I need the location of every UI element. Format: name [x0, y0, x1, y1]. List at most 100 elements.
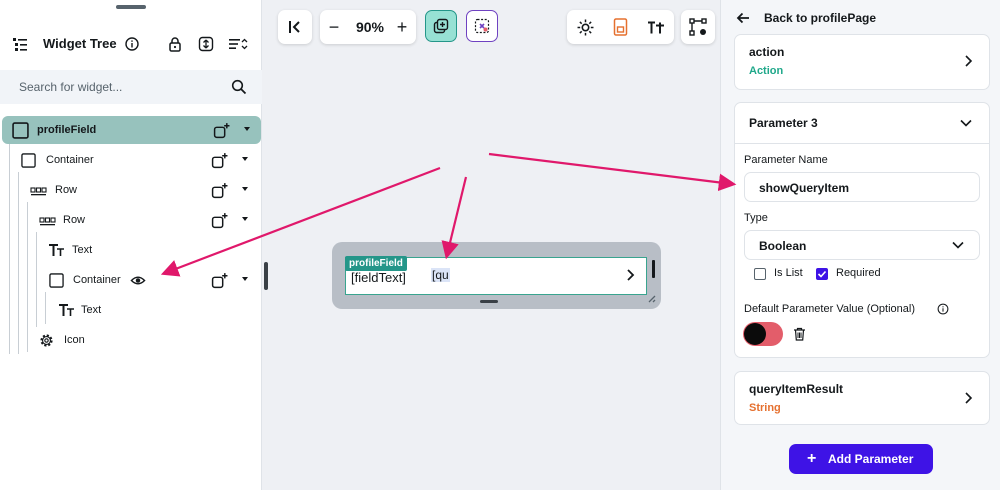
lock-icon[interactable]: [167, 36, 183, 52]
type-value: Boolean: [759, 239, 807, 253]
eye-icon[interactable]: [130, 273, 146, 288]
info-icon[interactable]: [937, 303, 949, 315]
panel-resize-handle[interactable]: [264, 262, 268, 290]
type-dropdown[interactable]: Boolean: [744, 230, 980, 260]
parameter-name-value: showQueryItem: [759, 181, 850, 195]
parameter-title: Parameter 3: [749, 116, 818, 130]
parameter-title: action: [749, 45, 785, 59]
info-icon[interactable]: [124, 36, 140, 52]
parameter-name-input[interactable]: showQueryItem: [744, 172, 980, 202]
hide-hidden-widgets-toggle[interactable]: [466, 10, 498, 42]
add-child-widget-icon[interactable]: [213, 122, 230, 139]
panel-drag-handle[interactable]: [116, 5, 146, 9]
required-label: Required: [836, 267, 881, 279]
query-item-result-card[interactable]: queryItemResult String: [734, 371, 990, 425]
widget-name-tag: profileField: [345, 256, 407, 271]
back-label: Back to profilePage: [764, 11, 877, 25]
container-icon: [12, 122, 29, 139]
chevron-right-icon: [965, 392, 973, 404]
zoom-control: − 90% +: [320, 10, 416, 44]
collapse-panel-button[interactable]: [278, 10, 312, 44]
gear-icon: [40, 334, 53, 347]
field-query-placeholder: [qu: [431, 268, 450, 282]
preview-resize-bar[interactable]: [480, 300, 498, 303]
required-checkbox[interactable]: [816, 268, 828, 280]
search-icon[interactable]: [231, 79, 247, 95]
hidden-widget-icon: [474, 18, 490, 34]
tree-item-container[interactable]: Container: [0, 146, 262, 174]
zoom-in-button[interactable]: +: [392, 17, 412, 37]
connection-graph-button[interactable]: [681, 10, 715, 44]
device-frame-icon[interactable]: [612, 18, 629, 36]
tree-item-profilefield[interactable]: profileField: [2, 116, 261, 144]
caret-down-icon[interactable]: [242, 277, 248, 281]
caret-down-icon[interactable]: [242, 157, 248, 161]
layers-add-icon: [433, 18, 449, 34]
chevron-right-icon: [627, 269, 635, 281]
widget-search-input[interactable]: Search for widget...: [0, 70, 262, 104]
add-child-widget-icon[interactable]: [211, 272, 228, 289]
text-scale-icon[interactable]: [647, 19, 665, 36]
trash-icon[interactable]: [793, 327, 806, 341]
caret-down-icon[interactable]: [242, 187, 248, 191]
canvas-view-options: [567, 10, 674, 44]
parameter-name-label: Parameter Name: [744, 154, 828, 166]
chevron-down-icon[interactable]: [959, 116, 973, 130]
tree-item-label: Container: [73, 274, 121, 286]
sort-options-icon[interactable]: [228, 36, 248, 52]
zoom-out-button[interactable]: −: [324, 17, 344, 37]
widget-tree-title: Widget Tree: [43, 36, 117, 51]
chevron-right-icon: [965, 55, 973, 67]
tree-item-text[interactable]: Text: [0, 296, 262, 324]
add-parameter-label: Add Parameter: [828, 452, 914, 466]
search-placeholder: Search for widget...: [19, 80, 123, 94]
tree-list-icon: [13, 38, 27, 51]
type-label: Type: [744, 212, 768, 224]
tree-item-label: Row: [63, 214, 86, 226]
row-icon: [39, 217, 56, 226]
caret-down-icon[interactable]: [242, 217, 248, 221]
tree-item-label: Row: [55, 184, 78, 196]
text-icon: [49, 244, 64, 256]
is-list-checkbox[interactable]: [754, 268, 766, 280]
tree-item-label: Text: [81, 304, 102, 316]
add-parameter-button[interactable]: + Add Parameter: [789, 444, 933, 474]
default-value-label: Default Parameter Value (Optional): [744, 303, 915, 315]
parameter-type-label: Action: [749, 65, 784, 77]
zoom-level: 90%: [355, 19, 385, 35]
chevron-down-icon: [952, 241, 964, 249]
tree-item-icon[interactable]: Icon: [0, 326, 262, 354]
tree-item-row[interactable]: Row: [0, 206, 262, 234]
row-icon: [30, 187, 47, 196]
default-value-switch[interactable]: [743, 322, 783, 346]
switch-knob: [744, 323, 766, 345]
sun-icon[interactable]: [577, 19, 594, 36]
check-icon: [817, 270, 827, 278]
tree-item-label: Icon: [64, 334, 85, 346]
show-bounding-boxes-toggle[interactable]: [425, 10, 457, 42]
tree-item-label: profileField: [37, 124, 97, 136]
expand-vertical-icon[interactable]: [198, 36, 214, 52]
tree-item-container-visibility[interactable]: Container: [0, 266, 262, 294]
properties-panel: Back to profilePage action Action Parame…: [720, 0, 1000, 490]
collapse-left-icon: [289, 21, 300, 33]
resize-corner-icon[interactable]: [646, 293, 656, 303]
caret-down-icon[interactable]: [244, 127, 250, 131]
preview-scrollbar[interactable]: [652, 260, 655, 278]
tree-item-text[interactable]: Text: [0, 236, 262, 264]
container-icon: [21, 153, 36, 168]
field-text-placeholder: [fieldText]: [351, 270, 406, 285]
arrow-left-icon: [736, 12, 749, 24]
widget-tree-header: Widget Tree: [0, 28, 262, 60]
add-child-widget-icon[interactable]: [211, 212, 228, 229]
parameter-title: queryItemResult: [749, 382, 844, 396]
add-child-widget-icon[interactable]: [211, 182, 228, 199]
widget-tree-panel: Widget Tree Search for widget... profile…: [0, 0, 262, 490]
add-child-widget-icon[interactable]: [211, 152, 228, 169]
back-to-page-link[interactable]: Back to profilePage: [721, 0, 1000, 34]
tree-item-row[interactable]: Row: [0, 176, 262, 204]
action-parameter-card[interactable]: action Action: [734, 34, 990, 90]
parameter-type-label: String: [749, 402, 781, 414]
graph-nodes-icon: [689, 18, 707, 36]
text-icon: [59, 304, 74, 316]
